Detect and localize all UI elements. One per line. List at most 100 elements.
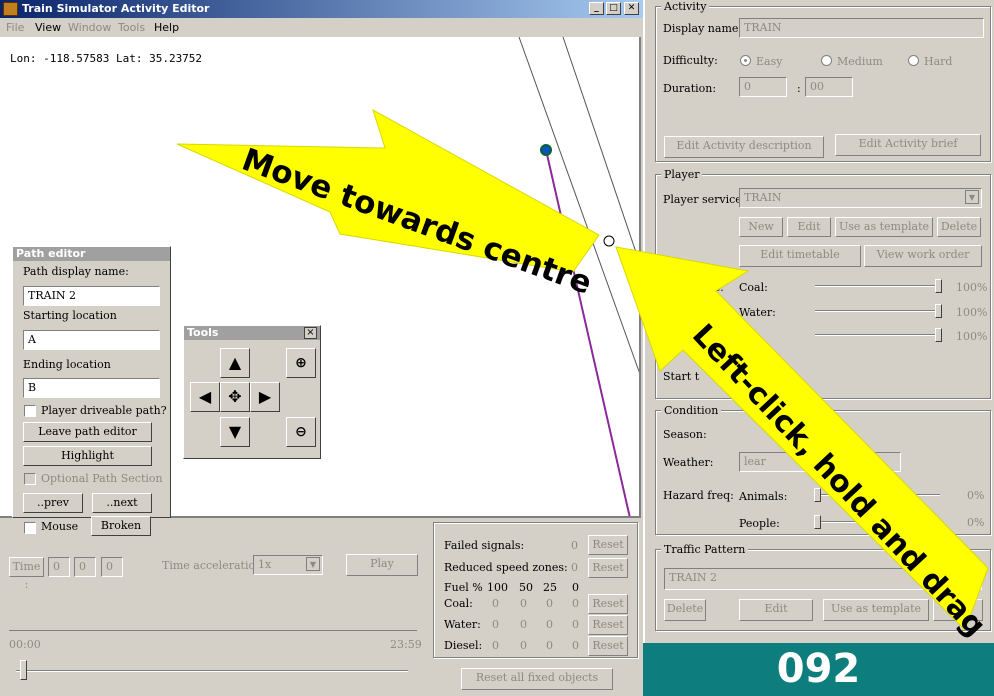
path-display-name-input[interactable]: TRAIN 2 [23,286,160,306]
edit-activity-description-button[interactable]: Edit Activity description [664,136,824,158]
chevron-down-icon: ▼ [965,190,979,204]
view-work-order-button[interactable]: View work order [864,245,982,267]
difficulty-medium-radio[interactable] [821,55,832,66]
diesel-label: Diesel: [444,639,483,652]
zoom-in-icon[interactable]: ⊕ [286,348,316,378]
driveable-checkbox[interactable] [24,405,36,417]
player-service-label: Player service: [663,193,746,206]
player-water-slider-track[interactable] [815,310,940,312]
ending-location-input[interactable]: B [23,378,160,398]
player-third-value: 100% [956,330,988,343]
display-name-label: Display name: [663,22,743,35]
player-water-slider-thumb[interactable] [935,304,942,318]
animals-label: Animals: [739,490,788,503]
activity-group-label: Activity [661,0,710,13]
window-title-bar: Train Simulator Activity Editor [0,0,643,18]
water-value: 0 [520,618,527,631]
failed-signals-reset-button[interactable]: Reset [588,535,628,555]
reduced-speed-reset-button[interactable]: Reset [588,558,628,578]
edit-timetable-button[interactable]: Edit timetable [739,245,861,267]
player-edit-button[interactable]: Edit [787,217,831,237]
difficulty-hard-radio[interactable] [908,55,919,66]
ending-location-label: Ending location [23,358,111,371]
time-slider-track[interactable] [16,670,408,672]
path-display-name-label: Path display name: [23,265,129,278]
play-button[interactable]: Play [346,554,418,576]
optional-section-label: Optional Path Section [41,472,163,485]
reduced-speed-label: Reduced speed zones: [444,561,568,574]
player-coal-slider-thumb[interactable] [935,279,942,293]
pan-right-icon[interactable]: ▶ [250,382,280,412]
minimize-button[interactable]: _ [589,2,604,15]
traffic-delete-button[interactable]: Delete [664,599,706,621]
player-third-slider-track[interactable] [815,334,940,336]
time-minutes[interactable]: 0 [74,557,96,577]
animals-slider-track[interactable] [815,494,940,496]
time-accel-label: Time acceleration [162,559,263,572]
starting-location-label: Starting location [23,309,117,322]
prev-button[interactable]: ..prev [23,493,83,513]
coal-value: 0 [492,597,499,610]
reduced-speed-value: 0 [571,561,578,574]
failures-group: Failed signals: 0 Reset Reduced speed zo… [433,522,638,658]
coal-reset-button[interactable]: Reset [588,594,628,614]
next-button[interactable]: ..next [92,493,152,513]
duration-hours-input[interactable]: 0 [739,77,787,97]
broken-button[interactable]: Broken [91,516,151,536]
zoom-out-icon[interactable]: ⊖ [286,417,316,447]
menu-bar: File View Window Tools Help [0,18,643,37]
menu-view[interactable]: View [35,21,61,34]
duration-minutes-input[interactable]: 00 [805,77,853,97]
menu-window[interactable]: Window [68,21,111,34]
tools-close-icon[interactable]: × [304,327,317,339]
duration-label: Duration: [663,82,717,95]
optional-section-checkbox[interactable] [24,473,36,485]
fuel-header-50: 50 [519,581,533,594]
traffic-pattern-select[interactable]: TRAIN 2 [664,568,982,590]
time-accel-select[interactable]: 1x ▼ [253,555,323,575]
track-rail-right [562,37,639,263]
menu-help[interactable]: Help [154,21,179,34]
water-reset-button[interactable]: Reset [588,615,628,635]
duration-separator: : [797,82,801,95]
traffic-edit-button[interactable]: Edit [739,599,813,621]
menu-file[interactable]: File [6,21,24,34]
close-button[interactable]: ✕ [624,2,639,15]
player-group-label: Player [661,168,703,181]
edit-activity-brief-button[interactable]: Edit Activity brief [835,134,981,156]
right-panel: Activity Display name: TRAIN Difficulty:… [643,0,994,643]
pan-left-icon[interactable]: ◀ [190,382,220,412]
player-template-button[interactable]: Use as template [835,217,933,237]
starting-location-input[interactable]: A [23,330,160,350]
people-slider-thumb[interactable] [814,515,821,529]
player-new-button[interactable]: New [739,217,783,237]
player-delete-button[interactable]: Delete [937,217,981,237]
time-slider-thumb[interactable] [19,660,27,680]
mouse-label: Mouse [41,520,79,533]
display-name-input[interactable]: TRAIN [739,18,984,38]
reset-all-button[interactable]: Reset all fixed objects [461,668,613,690]
player-service-select[interactable]: TRAIN ▼ [739,188,982,208]
people-slider-track[interactable] [815,521,940,523]
leave-path-editor-button[interactable]: Leave path editor [23,422,152,442]
pan-up-icon[interactable]: ▲ [220,348,250,378]
player-coal-slider-track[interactable] [815,285,940,287]
pan-down-icon[interactable]: ▼ [220,417,250,447]
highlight-button[interactable]: Highlight [23,446,152,466]
player-third-slider-thumb[interactable] [935,328,942,342]
difficulty-easy-radio[interactable] [740,55,751,66]
water-label: Water: [444,618,481,631]
mouse-checkbox[interactable] [24,522,36,534]
diesel-reset-button[interactable]: Reset [588,636,628,656]
time-hours[interactable]: 0 [48,557,70,577]
animals-slider-thumb[interactable] [814,488,821,502]
frame-number: 092 [643,643,994,696]
maximize-button[interactable]: □ [606,2,621,15]
menu-tools[interactable]: Tools [118,21,145,34]
traffic-extra-button[interactable] [933,599,983,621]
weather-select[interactable]: lear [739,452,901,472]
path-line [545,149,631,516]
traffic-template-button[interactable]: Use as template [823,599,929,621]
time-seconds[interactable]: 0 [101,557,123,577]
center-move-icon[interactable]: ✥ [220,382,250,412]
